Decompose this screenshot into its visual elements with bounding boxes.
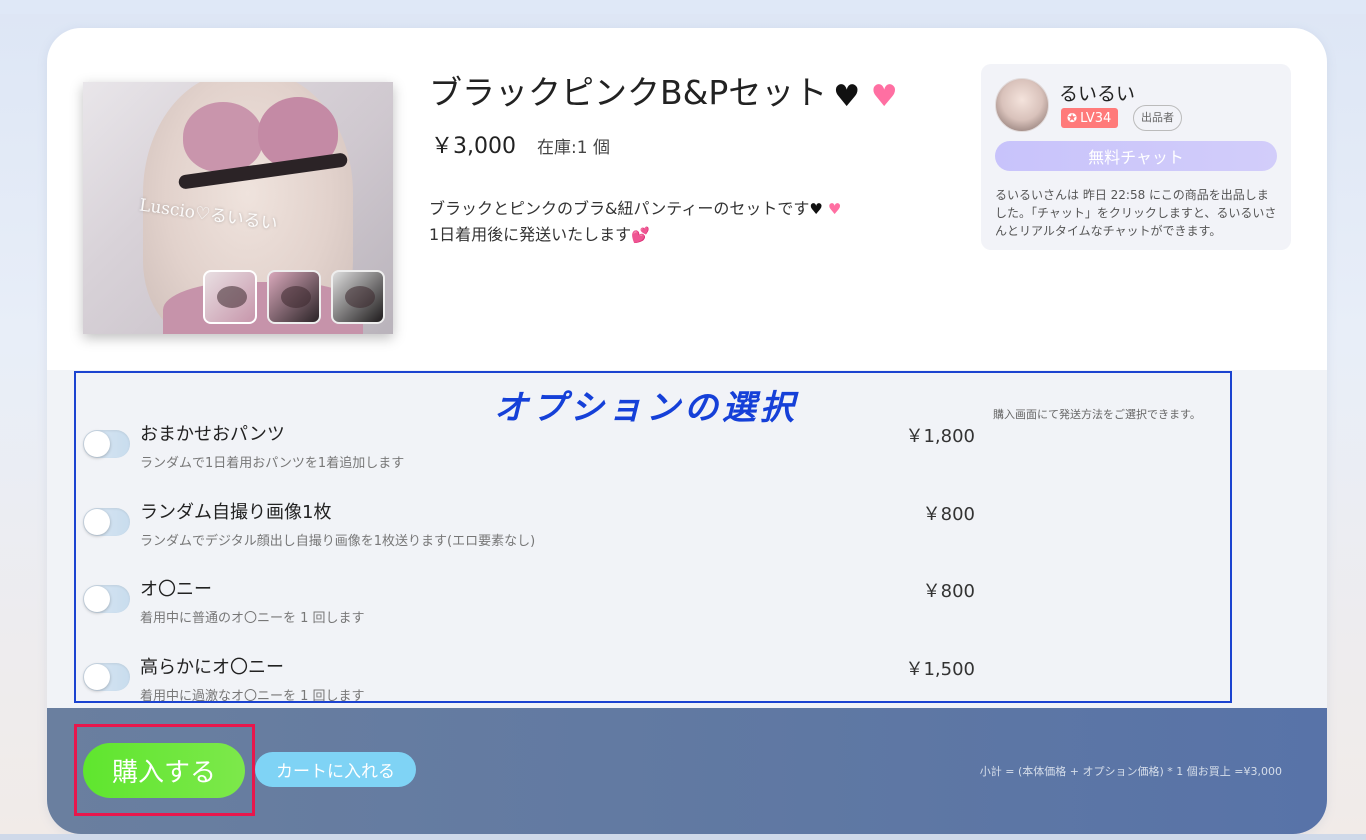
option-description: 着用中に過激なオ〇ニーを 1 回します — [140, 689, 365, 704]
option-name: ランダム自撮り画像1枚 — [140, 502, 332, 523]
black-heart-icon: ♥ — [833, 79, 861, 114]
black-heart-icon: ♥ — [809, 200, 823, 218]
bottom-strip — [0, 834, 1366, 840]
option-name: 高らかにオ〇ニー — [140, 657, 284, 678]
thumbnail-shading — [217, 286, 247, 308]
seller-role-badge: 出品者 — [1133, 105, 1182, 131]
seller-name[interactable]: るいるい — [1059, 79, 1135, 106]
option-toggle[interactable] — [83, 508, 130, 536]
thumbnail-1[interactable] — [203, 270, 257, 324]
option-name: オ〇ニー — [140, 579, 212, 600]
option-price: ￥1,500 — [905, 659, 975, 680]
product-title: ブラックピンクB&Pセット ♥ ♥ — [429, 66, 898, 114]
top-strip — [0, 0, 1366, 14]
two-hearts-icon: 💕 — [631, 226, 650, 244]
buy-button[interactable]: 購入する — [83, 743, 245, 798]
free-chat-button[interactable]: 無料チャット — [995, 141, 1277, 171]
image-detail-left — [183, 102, 263, 172]
description-line-2-text: 1日着用後に発送いたします — [429, 225, 632, 244]
option-price: ￥800 — [922, 581, 975, 602]
product-stock: 在庫:1 個 — [537, 138, 610, 158]
option-description: ランダムで1日着用おパンツを1着追加します — [140, 456, 405, 471]
thumbnail-2[interactable] — [267, 270, 321, 324]
product-card: Luscio♡るいるい ブラックピンクB&Pセット ♥ ♥ ￥3,000 在庫:1… — [47, 28, 1327, 834]
option-row: オ〇ニー 着用中に普通のオ〇ニーを 1 回します ￥800 — [47, 575, 1327, 645]
toggle-knob — [84, 586, 110, 612]
option-price: ￥800 — [922, 504, 975, 525]
product-title-text: ブラックピンクB&Pセット — [429, 73, 828, 112]
award-icon: ✪ — [1067, 111, 1078, 125]
option-row: ランダム自撮り画像1枚 ランダムでデジタル顔出し自撮り画像を1枚送ります(エロ要… — [47, 498, 1327, 568]
seller-card: るいるい ✪ LV34 出品者 無料チャット るいるいさんは 昨日 22:58 に… — [981, 64, 1291, 250]
description-line-1-text: ブラックとピンクのブラ&紐パンティーのセットです — [429, 199, 810, 218]
option-price: ￥1,800 — [905, 426, 975, 447]
option-row: おまかせおパンツ ランダムで1日着用おパンツを1着追加します ￥1,800 — [47, 420, 1327, 490]
option-toggle[interactable] — [83, 663, 130, 691]
subtotal-text: 小計 = (本体価格 + オプション価格) * 1 個お買上 =¥3,000 — [979, 765, 1282, 778]
pink-heart-icon: ♥ — [827, 200, 842, 218]
seller-level: LV34 — [1080, 111, 1112, 126]
option-toggle[interactable] — [83, 430, 130, 458]
seller-avatar[interactable] — [995, 78, 1049, 132]
add-to-cart-button[interactable]: カートに入れる — [255, 752, 416, 787]
toggle-knob — [84, 509, 110, 535]
seller-level-badge: ✪ LV34 — [1061, 108, 1119, 128]
toggle-knob — [84, 664, 110, 690]
thumbnail-shading — [281, 286, 311, 308]
option-name: おまかせおパンツ — [140, 424, 285, 445]
seller-note: るいるいさんは 昨日 22:58 にこの商品を出品しました。「チャット」をクリッ… — [995, 188, 1277, 238]
pink-heart-icon: ♥ — [870, 79, 898, 114]
option-description: ランダムでデジタル顔出し自撮り画像を1枚送ります(エロ要素なし) — [140, 534, 536, 549]
thumbnail-shading — [345, 286, 375, 308]
product-main-image[interactable]: Luscio♡るいるい — [83, 82, 393, 334]
description-line-2: 1日着用後に発送いたします💕 — [429, 222, 899, 248]
product-price: ￥3,000 — [431, 134, 516, 159]
thumbnail-3[interactable] — [331, 270, 385, 324]
toggle-knob — [84, 431, 110, 457]
product-description: ブラックとピンクのブラ&紐パンティーのセットです♥ ♥ 1日着用後に発送いたしま… — [429, 196, 899, 248]
option-description: 着用中に普通のオ〇ニーを 1 回します — [140, 611, 365, 626]
option-toggle[interactable] — [83, 585, 130, 613]
title-hearts: ♥ ♥ — [833, 73, 897, 112]
description-line-1: ブラックとピンクのブラ&紐パンティーのセットです♥ ♥ — [429, 196, 899, 222]
